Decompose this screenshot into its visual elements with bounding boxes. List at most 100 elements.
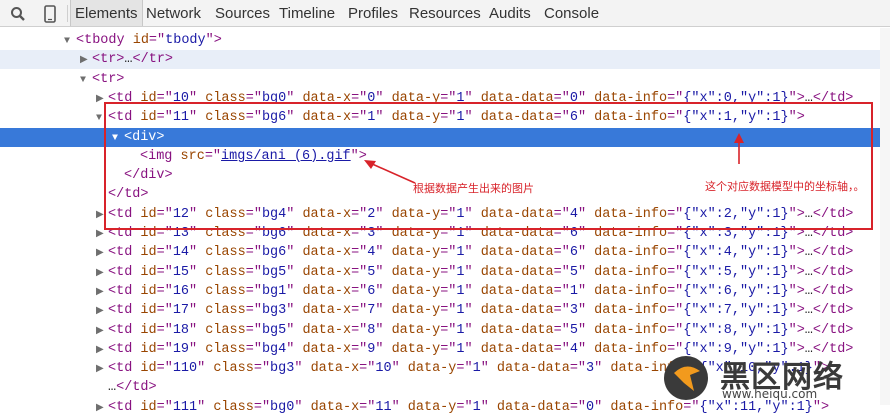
tag-token: =": [553, 110, 570, 126]
tag-token: ">: [788, 322, 805, 338]
tag-token: =": [351, 264, 368, 280]
attr-name-token: class: [213, 361, 254, 377]
attr-name-token: id: [140, 283, 157, 299]
collapse-triangle-icon[interactable]: ▶: [96, 399, 108, 418]
dom-node-line[interactable]: ▼ <tbody id="tbody">: [0, 31, 890, 50]
collapse-triangle-icon[interactable]: ▶: [96, 264, 108, 283]
collapse-triangle-icon[interactable]: ▶: [80, 51, 92, 70]
attr-name-token: data-info: [594, 226, 668, 241]
tab-timeline[interactable]: Timeline: [275, 0, 339, 26]
attr-value-token: bg3: [261, 303, 287, 319]
tag-token: ": [594, 361, 611, 377]
dom-node-line[interactable]: ▶ <td id="10" class="bg0" data-x="0" data…: [0, 89, 890, 108]
tab-network[interactable]: Network: [142, 0, 205, 26]
attr-value-token: 1: [456, 206, 465, 222]
text-token: …: [804, 226, 813, 241]
tag-token: =": [553, 245, 570, 261]
text-token: …: [804, 303, 813, 319]
tag-token: =": [359, 361, 376, 377]
expand-triangle-icon[interactable]: ▼: [64, 32, 76, 51]
attr-value-token: 17: [172, 303, 190, 319]
tag-token: ": [189, 303, 206, 319]
tag-token: =": [667, 264, 684, 280]
vertical-scrollbar[interactable]: [880, 28, 890, 405]
tag-token: =": [667, 283, 684, 299]
attr-value-token: {"x":1,"y":1}: [683, 110, 789, 126]
dom-node-line[interactable]: ▶ <td id="12" class="bg4" data-x="2" data…: [0, 205, 890, 224]
tag-token: =": [156, 341, 173, 357]
tag-token: =": [440, 264, 457, 280]
expand-triangle-icon[interactable]: ▼: [96, 109, 108, 128]
dom-node-line[interactable]: ▶ <td id="17" class="bg3" data-x="7" data…: [0, 301, 890, 320]
tag-token: ": [189, 322, 206, 338]
tag-token: =": [156, 264, 173, 280]
toolbar-divider: [67, 5, 68, 22]
dom-node-line[interactable]: ▶ <tr>…</tr>: [0, 50, 890, 70]
dom-node-line[interactable]: ▼ <div>: [0, 127, 890, 148]
dom-node-content: ▶ <td id="10" class="bg0" data-x="0" data…: [96, 89, 853, 109]
tag-token: =": [667, 303, 684, 319]
tag-token: =": [440, 322, 457, 338]
attr-name-token: id: [140, 90, 157, 106]
collapse-triangle-icon[interactable]: ▶: [96, 360, 108, 379]
dom-node-line[interactable]: <img src="imgs/ani (6).gif">: [0, 147, 890, 166]
tag-token: ">: [788, 226, 805, 241]
attr-name-token: data-y: [391, 110, 441, 126]
expand-triangle-icon[interactable]: ▼: [80, 71, 92, 90]
attr-value-token: 13: [172, 226, 190, 241]
watermark: 黑区网络 www.heiqu.com: [660, 350, 890, 405]
dom-node-line[interactable]: ▶ <td id="13" class="bg6" data-x="3" data…: [0, 224, 890, 243]
collapse-triangle-icon[interactable]: ▶: [96, 244, 108, 263]
mobile-device-icon[interactable]: [38, 0, 62, 27]
tab-elements[interactable]: Elements: [70, 0, 143, 26]
dom-tree[interactable]: ▼ <tbody id="tbody"> ▶ <tr>…</tr> ▼ <tr> ▶ <td …: [0, 28, 890, 415]
collapse-triangle-icon[interactable]: ▶: [96, 341, 108, 360]
dom-node-line[interactable]: ▶ <td id="15" class="bg5" data-x="5" data…: [0, 263, 890, 282]
tag-token: </tr>: [132, 52, 174, 68]
tab-console[interactable]: Console: [540, 0, 603, 26]
dom-node-line[interactable]: ▶ <td id="14" class="bg6" data-x="4" data…: [0, 243, 890, 262]
tag-token: =": [245, 283, 262, 299]
tag-token: ": [294, 361, 311, 377]
tag-token: =": [351, 90, 368, 106]
dom-node-line[interactable]: ▶ <td id="16" class="bg1" data-x="6" data…: [0, 282, 890, 301]
tag-token: =": [156, 283, 173, 299]
attr-value-token: 0: [586, 399, 595, 415]
tag-token: =": [245, 90, 262, 106]
tag-token: =": [667, 245, 684, 261]
attr-name-token: data-x: [302, 110, 352, 126]
dom-node-line[interactable]: ▼ <tr>: [0, 70, 890, 89]
attr-value-token: 1: [472, 361, 481, 377]
attr-name-token: data-y: [391, 245, 441, 261]
attr-value-token: {"x":7,"y":1}: [683, 303, 789, 319]
attr-value-token: {"x":3,"y":1}: [683, 226, 789, 241]
collapse-triangle-icon[interactable]: ▶: [96, 302, 108, 321]
dom-node-line[interactable]: ▶ <td id="18" class="bg5" data-x="8" data…: [0, 321, 890, 340]
attr-name-token: data-y: [391, 90, 441, 106]
tag-token: <div>: [124, 129, 165, 145]
attr-name-token: data-info: [594, 322, 668, 338]
attr-name-token: data-x: [302, 322, 352, 338]
tab-resources[interactable]: Resources: [405, 0, 485, 26]
tab-sources[interactable]: Sources: [211, 0, 274, 26]
collapse-triangle-icon[interactable]: ▶: [96, 225, 108, 244]
tag-token: =": [456, 399, 473, 415]
tag-token: ">: [788, 283, 805, 299]
dom-node-line[interactable]: ▼ <td id="11" class="bg6" data-x="1" data…: [0, 108, 890, 127]
attr-value-token: 10: [375, 361, 392, 377]
dom-node-content: ▶ <td id="17" class="bg3" data-x="7" data…: [96, 301, 853, 321]
collapse-triangle-icon[interactable]: ▶: [96, 283, 108, 302]
annotation-arrow-left-icon: [364, 160, 416, 184]
search-icon[interactable]: [6, 0, 30, 27]
tab-audits[interactable]: Audits: [485, 0, 535, 26]
collapse-triangle-icon[interactable]: ▶: [96, 90, 108, 109]
collapse-triangle-icon[interactable]: ▶: [96, 206, 108, 225]
dom-node-content: ▶ <tr>…</tr>: [80, 50, 173, 70]
expand-triangle-icon[interactable]: ▼: [112, 129, 124, 148]
tag-token: ": [464, 283, 481, 299]
tag-token: ": [480, 361, 497, 377]
resource-link[interactable]: imgs/ani (6).gif: [221, 149, 351, 164]
collapse-triangle-icon[interactable]: ▶: [96, 322, 108, 341]
tab-profiles[interactable]: Profiles: [344, 0, 402, 26]
tag-token: <tbody: [76, 33, 133, 48]
